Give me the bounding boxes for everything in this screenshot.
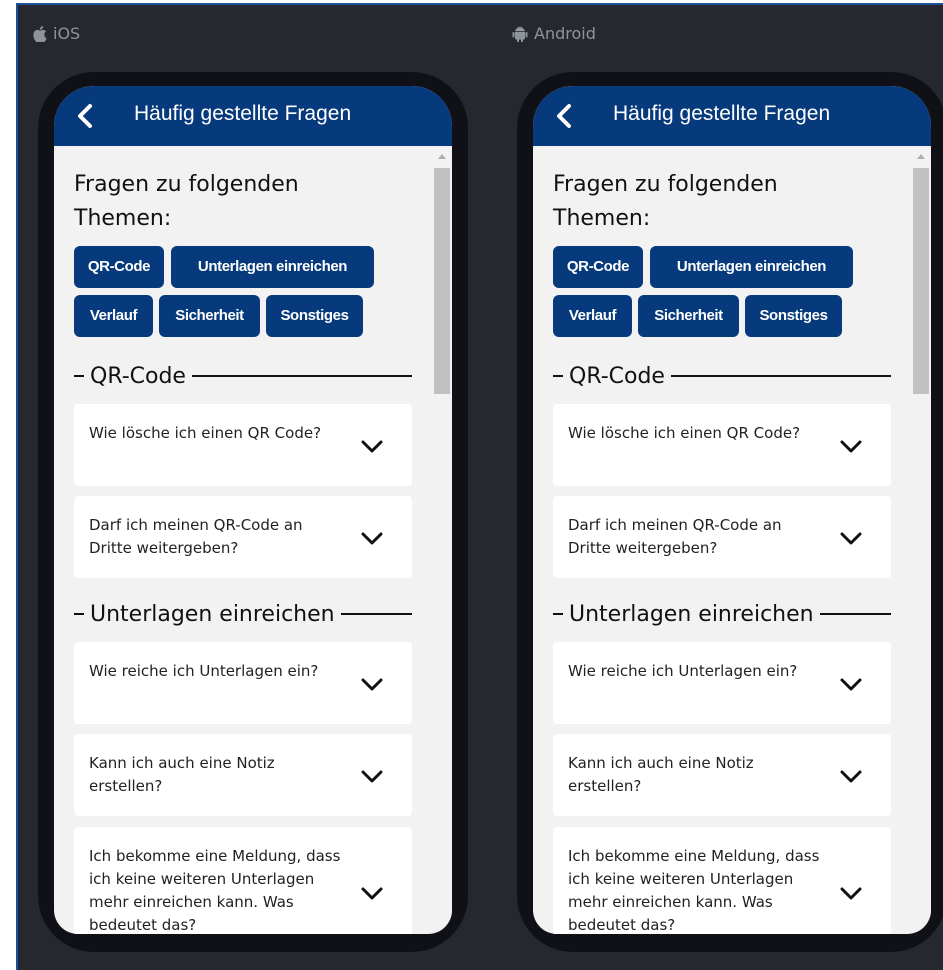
- chevron-down-icon: [840, 887, 862, 900]
- faq-item[interactable]: Kann ich auch eine Notiz erstellen?: [74, 734, 412, 816]
- chevron-down-icon: [361, 678, 383, 691]
- faq-content[interactable]: Fragen zu folgenden Themen: QR-Code Unte…: [533, 146, 931, 934]
- android-icon: [512, 25, 528, 42]
- chevron-down-icon: [361, 532, 383, 545]
- faq-question: Ich bekomme eine Meldung, dass ich keine…: [89, 847, 341, 934]
- heading-dash: [74, 613, 84, 615]
- platform-label-android: Android: [512, 24, 596, 43]
- chevron-down-icon: [840, 770, 862, 783]
- preview-stage: iOS Android Häufig gestellte Fragen Frag…: [16, 3, 943, 970]
- scrollbar-thumb[interactable]: [913, 168, 929, 394]
- app-bar: Häufig gestellte Fragen: [533, 86, 931, 146]
- chevron-down-icon: [840, 678, 862, 691]
- section-title: Unterlagen einreichen: [569, 601, 814, 627]
- faq-item[interactable]: Darf ich meinen QR-Code an Dritte weiter…: [74, 496, 412, 578]
- chevron-down-icon: [840, 440, 862, 453]
- faq-question: Kann ich auch eine Notiz erstellen?: [568, 754, 754, 795]
- section-heading-qr-code: QR-Code: [74, 361, 412, 391]
- faq-item[interactable]: Kann ich auch eine Notiz erstellen?: [553, 734, 891, 816]
- chip-verlauf[interactable]: Verlauf: [74, 295, 153, 337]
- faq-item[interactable]: Wie reiche ich Unterlagen ein?: [553, 642, 891, 724]
- chip-qr-code[interactable]: QR-Code: [553, 246, 643, 288]
- section-title: Unterlagen einreichen: [90, 601, 335, 627]
- phone-android: Häufig gestellte Fragen Fragen zu folgen…: [517, 72, 943, 952]
- chip-unterlagen-einreichen[interactable]: Unterlagen einreichen: [650, 246, 853, 288]
- scroll-up-arrow[interactable]: [438, 154, 446, 159]
- faq-item[interactable]: Ich bekomme eine Meldung, dass ich keine…: [553, 827, 891, 934]
- chip-sicherheit[interactable]: Sicherheit: [638, 295, 739, 337]
- section-heading-qr-code: QR-Code: [553, 361, 891, 391]
- heading-dash: [553, 375, 563, 377]
- faq-item[interactable]: Darf ich meinen QR-Code an Dritte weiter…: [553, 496, 891, 578]
- faq-question: Wie reiche ich Unterlagen ein?: [89, 662, 319, 680]
- chevron-left-icon: [78, 104, 92, 128]
- scrollbar-thumb[interactable]: [434, 168, 450, 394]
- platform-label-ios: iOS: [33, 24, 80, 43]
- heading-line: [819, 613, 891, 615]
- app-bar: Häufig gestellte Fragen: [54, 86, 452, 146]
- chip-sonstiges[interactable]: Sonstiges: [266, 295, 363, 337]
- section-title: QR-Code: [569, 363, 665, 389]
- section-heading-unterlagen: Unterlagen einreichen: [553, 599, 891, 629]
- chip-qr-code[interactable]: QR-Code: [74, 246, 164, 288]
- heading-line: [340, 613, 412, 615]
- faq-question: Wie lösche ich einen QR Code?: [89, 424, 322, 442]
- platform-label-text: Android: [534, 24, 596, 43]
- phone-ios: Häufig gestellte Fragen Fragen zu folgen…: [38, 72, 468, 952]
- platform-label-text: iOS: [53, 24, 81, 43]
- heading-line: [670, 375, 891, 377]
- apple-icon: [33, 25, 47, 42]
- faq-question: Darf ich meinen QR-Code an Dritte weiter…: [568, 516, 782, 557]
- back-button[interactable]: [72, 102, 100, 130]
- page-title: Häufig gestellte Fragen: [613, 102, 831, 125]
- heading-line: [191, 375, 412, 377]
- faq-question: Darf ich meinen QR-Code an Dritte weiter…: [89, 516, 303, 557]
- chevron-down-icon: [361, 770, 383, 783]
- heading-dash: [74, 375, 84, 377]
- page-title: Häufig gestellte Fragen: [134, 102, 352, 125]
- faq-question: Ich bekomme eine Meldung, dass ich keine…: [568, 847, 820, 934]
- chip-sonstiges[interactable]: Sonstiges: [745, 295, 842, 337]
- topics-heading: Fragen zu folgenden Themen:: [74, 172, 299, 231]
- back-button[interactable]: [551, 102, 579, 130]
- chip-sicherheit[interactable]: Sicherheit: [159, 295, 260, 337]
- chevron-down-icon: [840, 532, 862, 545]
- faq-question: Wie reiche ich Unterlagen ein?: [568, 662, 798, 680]
- topics-heading: Fragen zu folgenden Themen:: [553, 172, 778, 231]
- chip-verlauf[interactable]: Verlauf: [553, 295, 632, 337]
- faq-question: Kann ich auch eine Notiz erstellen?: [89, 754, 275, 795]
- section-title: QR-Code: [90, 363, 186, 389]
- faq-item[interactable]: Ich bekomme eine Meldung, dass ich keine…: [74, 827, 412, 934]
- faq-item[interactable]: Wie lösche ich einen QR Code?: [74, 404, 412, 486]
- chip-unterlagen-einreichen[interactable]: Unterlagen einreichen: [171, 246, 374, 288]
- chevron-left-icon: [557, 104, 571, 128]
- scroll-up-arrow[interactable]: [917, 154, 925, 159]
- heading-dash: [553, 613, 563, 615]
- faq-question: Wie lösche ich einen QR Code?: [568, 424, 801, 442]
- section-heading-unterlagen: Unterlagen einreichen: [74, 599, 412, 629]
- chevron-down-icon: [361, 887, 383, 900]
- chevron-down-icon: [361, 440, 383, 453]
- faq-content[interactable]: Fragen zu folgenden Themen: QR-Code Unte…: [54, 146, 452, 934]
- faq-item[interactable]: Wie reiche ich Unterlagen ein?: [74, 642, 412, 724]
- phone-screen: Häufig gestellte Fragen Fragen zu folgen…: [54, 86, 452, 934]
- phone-screen: Häufig gestellte Fragen Fragen zu folgen…: [533, 86, 931, 934]
- faq-item[interactable]: Wie lösche ich einen QR Code?: [553, 404, 891, 486]
